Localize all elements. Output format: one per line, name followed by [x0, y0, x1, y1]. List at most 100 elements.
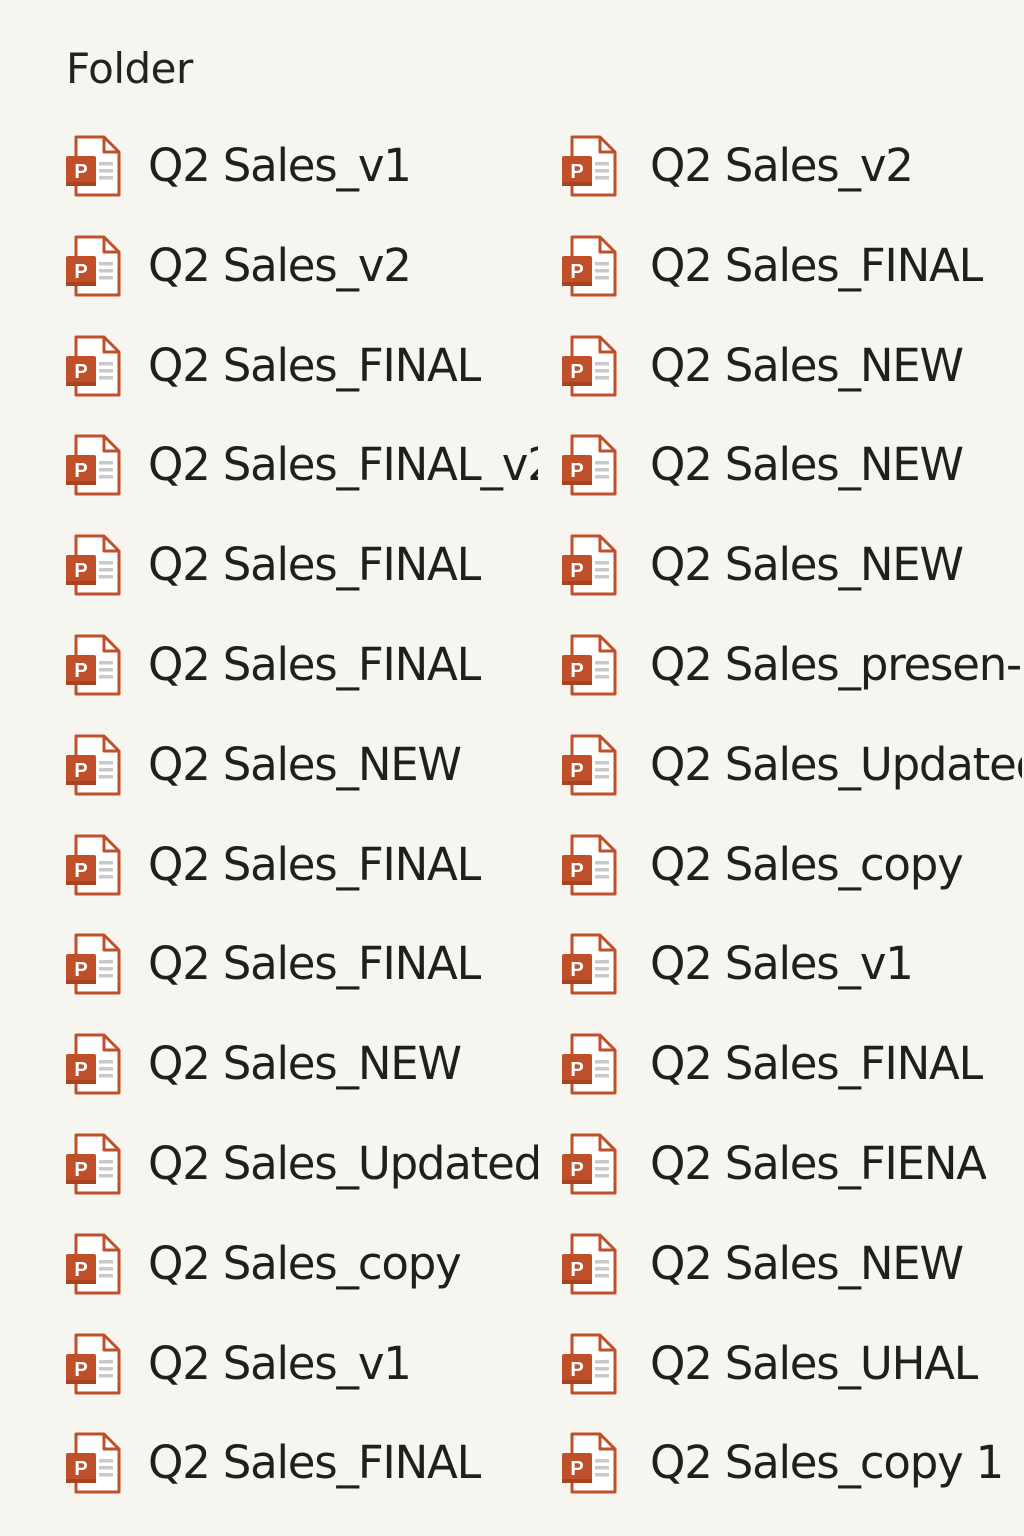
svg-text:P: P	[570, 1359, 583, 1381]
file-item[interactable]: P Q2 Sales_copy 1	[560, 1427, 1003, 1499]
powerpoint-file-icon: P	[64, 1132, 122, 1196]
file-item[interactable]: P Q2 Sales_Updated	[560, 729, 1022, 801]
svg-text:P: P	[570, 760, 583, 782]
file-name: Q2 Sales_v1	[148, 1337, 411, 1390]
powerpoint-file-icon: P	[560, 833, 618, 897]
svg-text:P: P	[570, 1259, 583, 1281]
powerpoint-file-icon: P	[560, 533, 618, 597]
powerpoint-file-icon: P	[560, 932, 618, 996]
powerpoint-file-icon: P	[64, 334, 122, 398]
svg-text:P: P	[570, 660, 583, 682]
svg-text:P: P	[74, 959, 87, 981]
file-name: Q2 Sales_FINAL	[148, 1436, 481, 1489]
file-item[interactable]: P Q2 Sales_FINAL	[560, 230, 983, 302]
file-item[interactable]: P Q2 Sales_v2	[560, 130, 913, 202]
file-item[interactable]: P Q2 Sales_v1	[64, 130, 411, 202]
file-name: Q2 Sales_copy	[148, 1237, 461, 1290]
svg-text:P: P	[570, 1059, 583, 1081]
file-item[interactable]: P Q2 Sales_FINAL	[64, 1427, 481, 1499]
svg-text:P: P	[74, 560, 87, 582]
file-item[interactable]: P Q2 Sales_copy	[560, 829, 963, 901]
file-item[interactable]: P Q2 Sales_FINAL	[64, 829, 481, 901]
file-item[interactable]: P Q2 Sales_FINAL	[64, 629, 481, 701]
file-name: Q2 Sales_v2	[148, 239, 411, 292]
file-name: Q2 Sales_copy 1	[650, 1436, 1004, 1489]
file-item[interactable]: P Q2 Sales_presen-	[560, 629, 1021, 701]
file-list: P Q2 Sales_v1 P Q2 Sales_v2 P Q2 Sales_FINAL P…	[0, 0, 1024, 1536]
file-item[interactable]: P Q2 Sales_NEW	[64, 729, 461, 801]
file-item[interactable]: P Q2 Sales_NEW	[560, 429, 963, 501]
file-item[interactable]: P Q2 Sales_FIENA	[560, 1128, 986, 1200]
file-item[interactable]: P Q2 Sales_FINAL	[64, 330, 481, 402]
svg-text:P: P	[570, 1458, 583, 1480]
file-name: Q2 Sales_FINAL	[148, 937, 481, 990]
svg-text:P: P	[74, 1458, 87, 1480]
file-item[interactable]: P Q2 Sales_v1	[64, 1328, 411, 1400]
file-item[interactable]: P Q2 Sales_NEW	[560, 1228, 963, 1300]
powerpoint-file-icon: P	[64, 1032, 122, 1096]
file-item[interactable]: P Q2 Sales_FINAL_v2	[64, 429, 538, 501]
powerpoint-file-icon: P	[560, 1332, 618, 1396]
svg-text:P: P	[74, 1259, 87, 1281]
file-item[interactable]: P Q2 Sales_NEW	[560, 529, 963, 601]
file-name: Q2 Sales_FINAL	[650, 1037, 983, 1090]
file-item[interactable]: P Q2 Sales_FINAL	[64, 529, 481, 601]
powerpoint-file-icon: P	[64, 1232, 122, 1296]
svg-text:P: P	[74, 161, 87, 183]
file-name: Q2 Sales_v1	[650, 937, 913, 990]
powerpoint-file-icon: P	[64, 932, 122, 996]
file-item[interactable]: P Q2 Sales_copy	[64, 1228, 461, 1300]
svg-text:P: P	[74, 660, 87, 682]
powerpoint-file-icon: P	[64, 833, 122, 897]
file-name: Q2 Sales_v2	[650, 139, 913, 192]
svg-text:P: P	[570, 959, 583, 981]
powerpoint-file-icon: P	[560, 334, 618, 398]
powerpoint-file-icon: P	[64, 533, 122, 597]
file-item[interactable]: P Q2 Sales_UHAL	[560, 1328, 978, 1400]
file-name: Q2 Sales_UHAL	[650, 1337, 978, 1390]
powerpoint-file-icon: P	[560, 733, 618, 797]
file-name: Q2 Sales_FINAL	[650, 239, 983, 292]
file-item[interactable]: P Q2 Sales_v1	[560, 928, 913, 1000]
powerpoint-file-icon: P	[64, 234, 122, 298]
svg-text:P: P	[570, 560, 583, 582]
powerpoint-file-icon: P	[64, 733, 122, 797]
file-name: Q2 Sales_NEW	[650, 538, 963, 591]
file-name: Q2 Sales_FINAL	[148, 638, 481, 691]
file-name: Q2 Sales_NEW	[650, 1237, 963, 1290]
svg-text:P: P	[74, 1359, 87, 1381]
file-name: Q2 Sales_NEW	[148, 738, 461, 791]
powerpoint-file-icon: P	[64, 1431, 122, 1495]
file-name: Q2 Sales_copy	[650, 838, 963, 891]
file-name: Q2 Sales_FIENA	[650, 1137, 986, 1190]
powerpoint-file-icon: P	[560, 433, 618, 497]
svg-text:P: P	[74, 1059, 87, 1081]
svg-text:P: P	[74, 460, 87, 482]
file-item[interactable]: P Q2 Sales_FINAL	[64, 928, 481, 1000]
file-name: Q2 Sales_NEW	[650, 438, 963, 491]
svg-text:P: P	[74, 361, 87, 383]
powerpoint-file-icon: P	[560, 1431, 618, 1495]
svg-text:P: P	[74, 760, 87, 782]
powerpoint-file-icon: P	[560, 1032, 618, 1096]
file-item[interactable]: P Q2 Sales_NEW	[64, 1028, 461, 1100]
file-item[interactable]: P Q2 Sales_Updated	[64, 1128, 538, 1200]
powerpoint-file-icon: P	[64, 433, 122, 497]
svg-text:P: P	[74, 860, 87, 882]
powerpoint-file-icon: P	[560, 633, 618, 697]
file-name: Q2 Sales_Updated	[148, 1137, 538, 1190]
file-name: Q2 Sales_FINAL	[148, 339, 481, 392]
file-item[interactable]: P Q2 Sales_FINAL	[560, 1028, 983, 1100]
svg-text:P: P	[570, 261, 583, 283]
powerpoint-file-icon: P	[64, 134, 122, 198]
powerpoint-file-icon: P	[64, 633, 122, 697]
svg-text:P: P	[570, 361, 583, 383]
powerpoint-file-icon: P	[560, 134, 618, 198]
powerpoint-file-icon: P	[560, 234, 618, 298]
file-item[interactable]: P Q2 Sales_NEW	[560, 330, 963, 402]
powerpoint-file-icon: P	[560, 1132, 618, 1196]
file-item[interactable]: P Q2 Sales_v2	[64, 230, 411, 302]
svg-text:P: P	[570, 161, 583, 183]
powerpoint-file-icon: P	[64, 1332, 122, 1396]
svg-text:P: P	[74, 1159, 87, 1181]
